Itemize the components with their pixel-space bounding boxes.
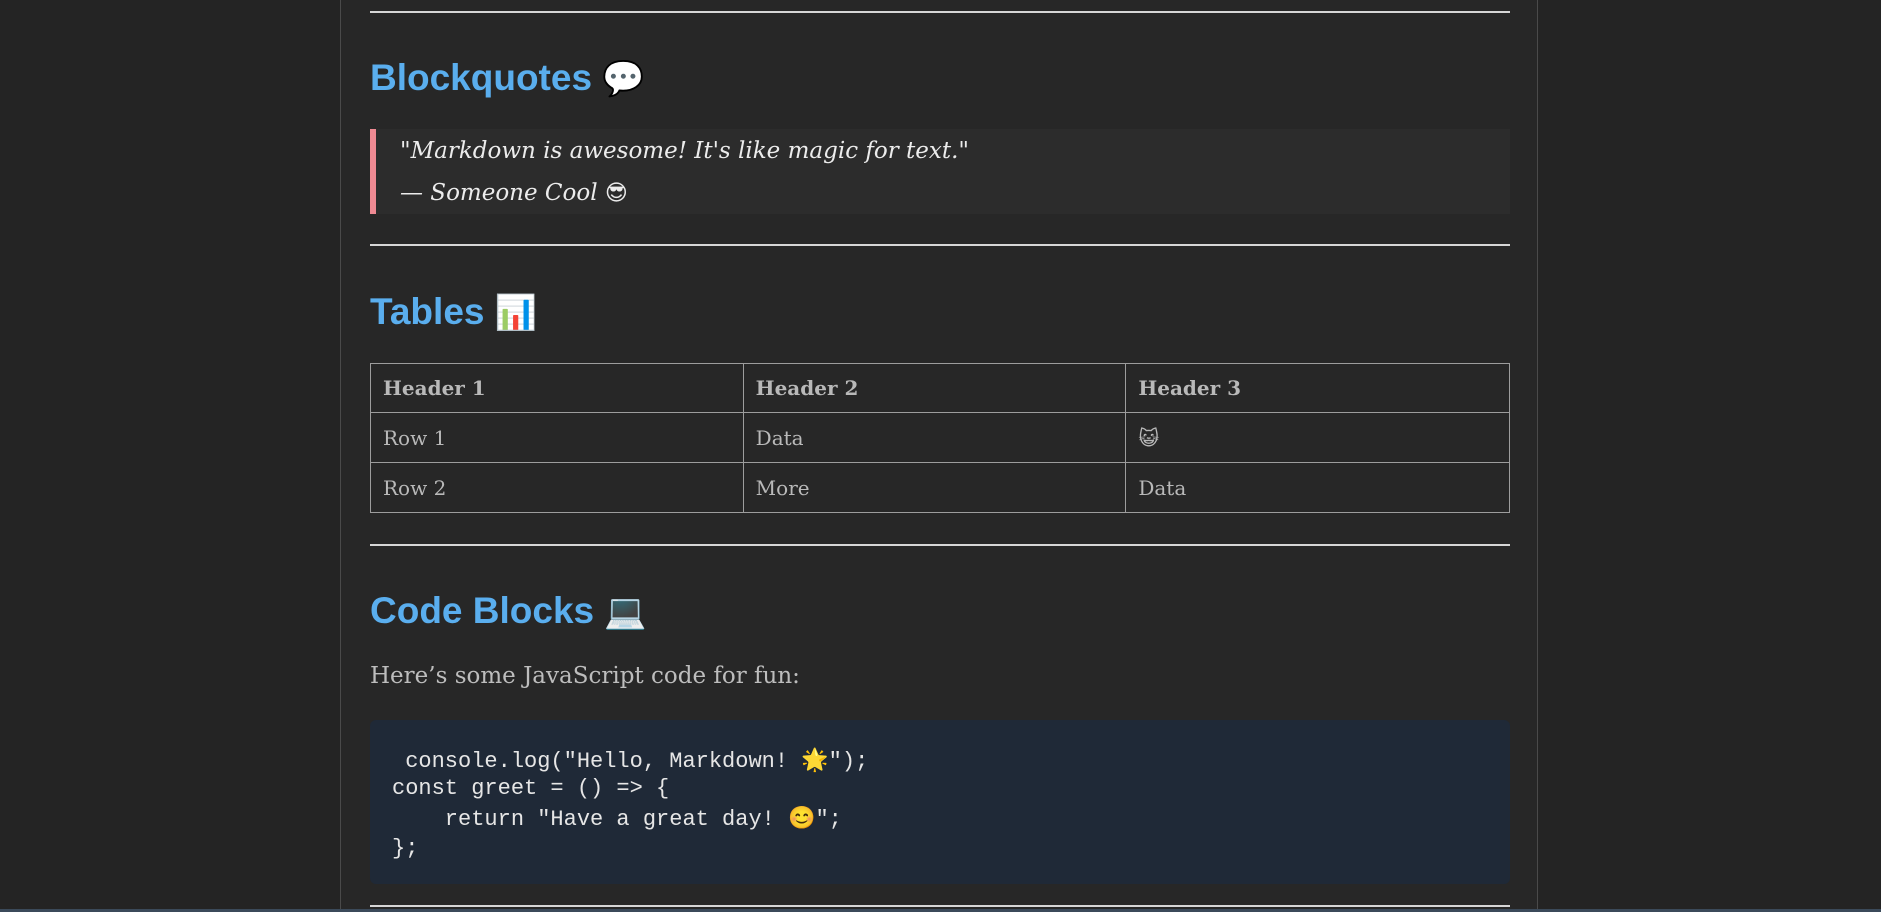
document-page: Blockquotes 💬 "Markdown is awesome! It's … (340, 0, 1538, 912)
table-cell: Row 1 (370, 412, 744, 463)
code-block: console.log("Hello, Markdown! 🌟"); const… (370, 720, 1510, 884)
code-line: const greet = () => { (392, 776, 670, 801)
table-header-cell: Header 1 (370, 363, 744, 413)
divider (370, 11, 1510, 13)
table-header-cell: Header 3 (1125, 363, 1510, 413)
table-row: Row 1 Data 😺 (370, 412, 1510, 463)
divider (370, 544, 1510, 546)
section-heading-blockquotes: Blockquotes 💬 (370, 59, 644, 96)
speech-bubble-icon: 💬 (602, 59, 645, 99)
heading-text: Blockquotes (370, 57, 593, 98)
table-cell: Data (1125, 462, 1510, 513)
table-header-row: Header 1 Header 2 Header 3 (370, 363, 1510, 413)
blockquote: "Markdown is awesome! It's like magic fo… (370, 129, 1510, 214)
code-line: console.log("Hello, Markdown! 🌟"); (392, 749, 869, 774)
code-line: return "Have a great day! 😊"; (392, 807, 842, 832)
table-row: Row 2 More Data (370, 462, 1510, 513)
table-cell: Data (742, 412, 1127, 463)
laptop-icon: 💻 (604, 592, 647, 632)
divider (370, 905, 1510, 907)
heading-text: Tables (370, 291, 485, 332)
code-line: }; (392, 836, 419, 861)
bar-chart-icon: 📊 (494, 293, 537, 333)
table-cell: More (742, 462, 1127, 513)
markdown-table: Header 1 Header 2 Header 3 Row 1 Data 😺 … (370, 363, 1510, 513)
quote-text: "Markdown is awesome! It's like magic fo… (400, 138, 970, 164)
heading-text: Code Blocks (370, 590, 595, 631)
section-heading-code-blocks: Code Blocks 💻 (370, 592, 646, 629)
sunglasses-icon: 😎 (604, 181, 628, 206)
paragraph: Here’s some JavaScript code for fun: (370, 663, 800, 689)
table-header-cell: Header 2 (742, 363, 1127, 413)
table-cell: Row 2 (370, 462, 744, 513)
cat-face-icon: 😺 (1125, 412, 1510, 463)
quote-attribution: — Someone Cool 😎 (400, 180, 628, 206)
section-heading-tables: Tables 📊 (370, 293, 537, 330)
divider (370, 244, 1510, 246)
quote-author: — Someone Cool (400, 180, 598, 206)
